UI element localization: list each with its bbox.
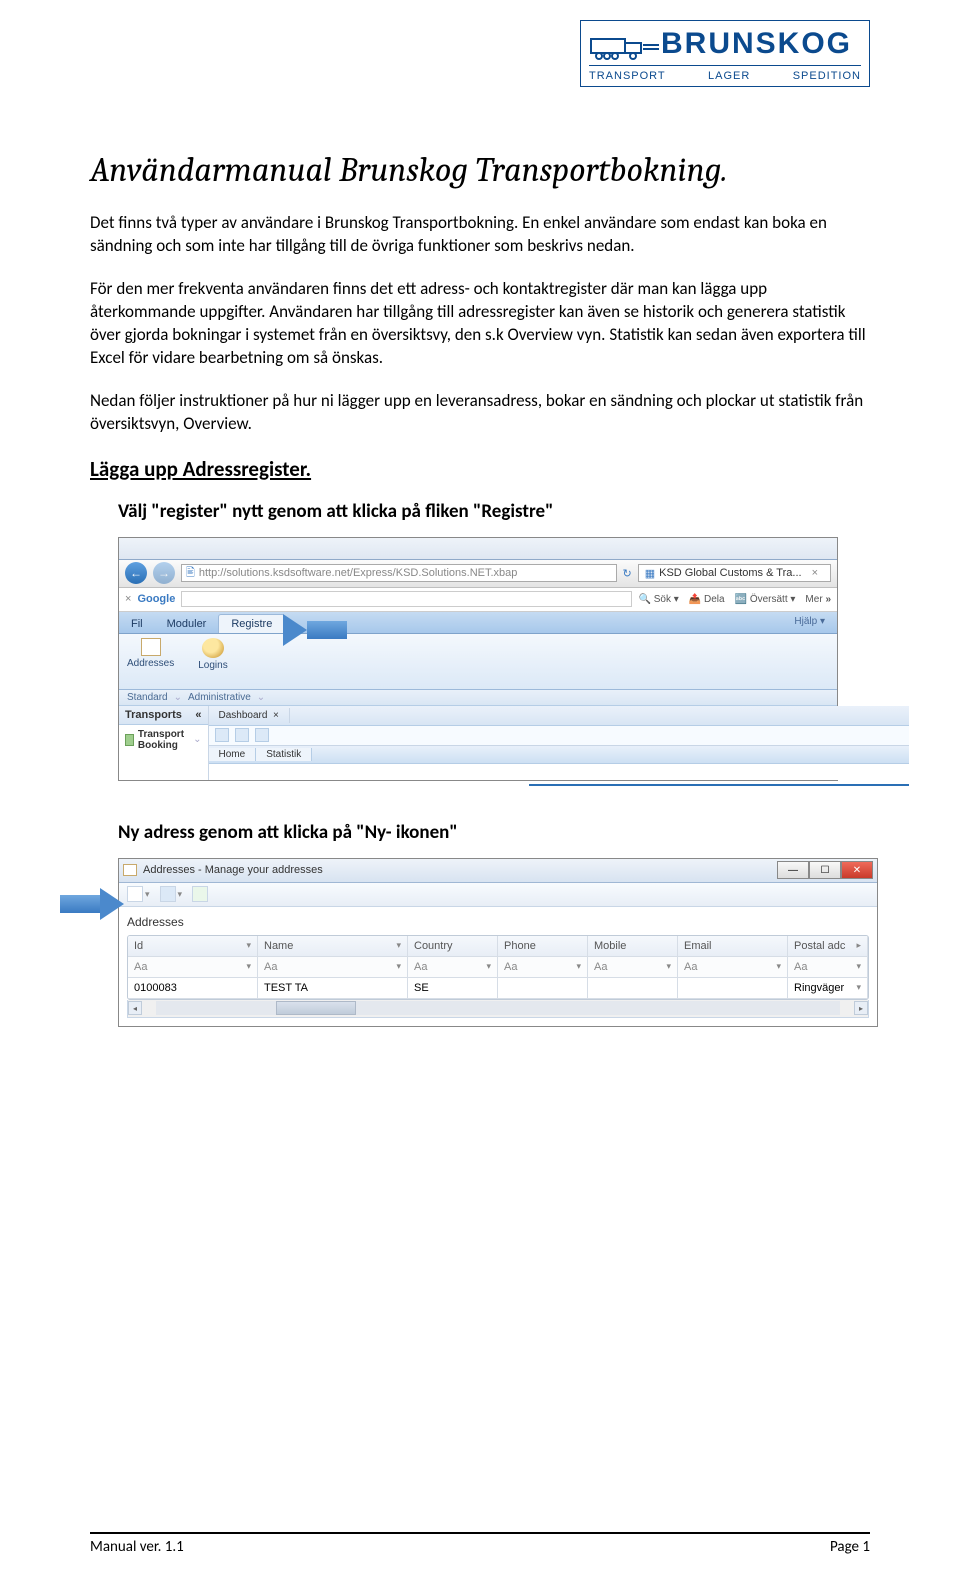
scroll-right-button[interactable]: ▸ bbox=[854, 1001, 868, 1015]
cell-country: SE bbox=[408, 978, 498, 998]
filter-email[interactable]: Aa▾ bbox=[678, 957, 788, 977]
toolbar-icon[interactable] bbox=[255, 728, 269, 742]
callout-arrow bbox=[60, 888, 124, 920]
browser-tab[interactable]: ▦ KSD Global Customs & Tra... × bbox=[638, 564, 831, 582]
url-text: http://solutions.ksdsoftware.net/Express… bbox=[199, 567, 518, 579]
ribbon-item-logins[interactable]: Logins bbox=[198, 638, 227, 671]
google-share-button[interactable]: 📤 Dela bbox=[689, 594, 725, 605]
col-name[interactable]: Name▾ bbox=[258, 936, 408, 956]
inner-tab-home[interactable]: Home bbox=[209, 748, 257, 761]
callout-arrow bbox=[283, 614, 347, 646]
filter-country[interactable]: Aa▾ bbox=[408, 957, 498, 977]
google-search-input[interactable] bbox=[181, 591, 632, 607]
step-heading: Ny adress genom att klicka på "Ny- ikone… bbox=[118, 821, 870, 844]
cell-mobile bbox=[588, 978, 678, 998]
col-id[interactable]: Id▾ bbox=[128, 936, 258, 956]
brand-tag: TRANSPORT bbox=[589, 70, 666, 82]
google-search-button[interactable]: 🔍 Sök ▾ bbox=[638, 594, 678, 605]
close-button[interactable]: ✕ bbox=[841, 861, 873, 879]
minimize-button[interactable]: — bbox=[777, 861, 809, 879]
addresses-table: Id▾ Name▾ Country Phone Mobile Email Pos… bbox=[127, 935, 869, 1000]
google-label: Google bbox=[137, 593, 175, 605]
toolbar-icon[interactable] bbox=[235, 728, 249, 742]
refresh-icon[interactable]: ↻ bbox=[623, 567, 632, 580]
col-email[interactable]: Email bbox=[678, 936, 788, 956]
ribbon-item-addresses[interactable]: Addresses bbox=[127, 638, 174, 669]
filter-id[interactable]: Aa▾ bbox=[128, 957, 258, 977]
table-filter-row: Aa▾ Aa▾ Aa▾ Aa▾ Aa▾ Aa▾ Aa▾ bbox=[128, 957, 868, 978]
tab-label: KSD Global Customs & Tra... bbox=[659, 567, 801, 579]
window-icon bbox=[123, 864, 137, 876]
horizontal-scrollbar[interactable]: ◂ ▸ bbox=[127, 1000, 869, 1018]
cell-id: 0100083 bbox=[128, 978, 258, 998]
page-footer: Manual ver. 1.1 Page 1 bbox=[90, 1532, 870, 1556]
cell-postal: Ringväger▾ bbox=[788, 978, 868, 998]
booking-icon bbox=[125, 734, 134, 746]
filter-postal[interactable]: Aa▾ bbox=[788, 957, 868, 977]
ribbon-tab-registre[interactable]: Registre bbox=[218, 614, 285, 633]
google-translate-button[interactable]: 🔤 Översätt ▾ bbox=[735, 594, 796, 605]
ribbon-group-standard: Standard bbox=[127, 692, 168, 703]
table-row[interactable]: 0100083 TEST TA SE Ringväger▾ bbox=[128, 978, 868, 999]
nav-forward-icon[interactable]: → bbox=[153, 562, 175, 584]
window-title: Addresses - Manage your addresses bbox=[143, 864, 323, 876]
address-bar[interactable]: 🖹 http://solutions.ksdsoftware.net/Expre… bbox=[181, 564, 617, 582]
page-icon: ▦ bbox=[645, 567, 655, 580]
toolbar-refresh-button[interactable] bbox=[192, 886, 208, 902]
globe-icon: 🖹 bbox=[186, 564, 195, 583]
col-country[interactable]: Country bbox=[408, 936, 498, 956]
toolbar-icon[interactable] bbox=[215, 728, 229, 742]
scroll-left-button[interactable]: ◂ bbox=[128, 1001, 142, 1015]
col-mobile[interactable]: Mobile bbox=[588, 936, 678, 956]
footer-page: Page 1 bbox=[830, 1538, 870, 1556]
logins-icon bbox=[202, 638, 224, 658]
section-heading: Lägga upp Adressregister. bbox=[90, 456, 870, 482]
ribbon-tab-fil[interactable]: Fil bbox=[119, 615, 155, 633]
ribbon-tab-moduler[interactable]: Moduler bbox=[155, 615, 219, 633]
sidebar-item-transport-booking[interactable]: Transport Booking ⌄ bbox=[119, 725, 208, 755]
save-icon bbox=[160, 886, 176, 902]
close-icon[interactable]: × bbox=[812, 567, 818, 579]
inner-tab-statistik[interactable]: Statistik bbox=[256, 748, 312, 761]
footer-version: Manual ver. 1.1 bbox=[90, 1538, 184, 1556]
doc-title: Användarmanual Brunskog Transportbokning… bbox=[90, 150, 870, 190]
table-header-row: Id▾ Name▾ Country Phone Mobile Email Pos… bbox=[128, 936, 868, 957]
ribbon-group-administrative: Administrative bbox=[188, 692, 251, 703]
cell-phone bbox=[498, 978, 588, 998]
scroll-thumb[interactable] bbox=[276, 1001, 356, 1015]
cell-name: TEST TA bbox=[258, 978, 408, 998]
tab-dashboard[interactable]: Dashboard × bbox=[209, 708, 290, 723]
google-more-button[interactable]: Mer » bbox=[805, 594, 831, 605]
panel-title: Addresses bbox=[127, 915, 869, 929]
paragraph: För den mer frekventa användaren finns d… bbox=[90, 278, 870, 370]
filter-phone[interactable]: Aa▾ bbox=[498, 957, 588, 977]
brand-tag: LAGER bbox=[708, 70, 750, 82]
screenshot-addresses-window: Addresses - Manage your addresses — ☐ ✕ … bbox=[118, 858, 878, 1027]
toolbar-new-button[interactable]: ▾ bbox=[127, 886, 150, 902]
truck-icon: BRUNSKOG bbox=[589, 27, 861, 61]
nav-back-icon[interactable]: ← bbox=[125, 562, 147, 584]
brand-logo: BRUNSKOG TRANSPORT LAGER SPEDITION bbox=[580, 20, 870, 87]
maximize-button[interactable]: ☐ bbox=[809, 861, 841, 879]
paragraph: Nedan följer instruktioner på hur ni läg… bbox=[90, 390, 870, 436]
step-heading: Välj "register" nytt genom att klicka på… bbox=[118, 500, 870, 523]
col-postal[interactable]: Postal adc▸ bbox=[788, 936, 868, 956]
new-icon bbox=[127, 886, 143, 902]
help-menu[interactable]: Hjälp ▾ bbox=[786, 612, 833, 631]
addresses-icon bbox=[141, 638, 161, 656]
filter-mobile[interactable]: Aa▾ bbox=[588, 957, 678, 977]
cell-email bbox=[678, 978, 788, 998]
screenshot-browser: ← → 🖹 http://solutions.ksdsoftware.net/E… bbox=[118, 537, 838, 781]
paragraph: Det finns två typer av användare i Bruns… bbox=[90, 212, 870, 258]
sidebar-header-transports[interactable]: Transports« bbox=[119, 706, 208, 725]
brand-tag: SPEDITION bbox=[793, 70, 861, 82]
filter-name[interactable]: Aa▾ bbox=[258, 957, 408, 977]
toolbar-save-button[interactable]: ▾ bbox=[160, 886, 183, 902]
brand-name: BRUNSKOG bbox=[661, 27, 852, 61]
col-phone[interactable]: Phone bbox=[498, 936, 588, 956]
